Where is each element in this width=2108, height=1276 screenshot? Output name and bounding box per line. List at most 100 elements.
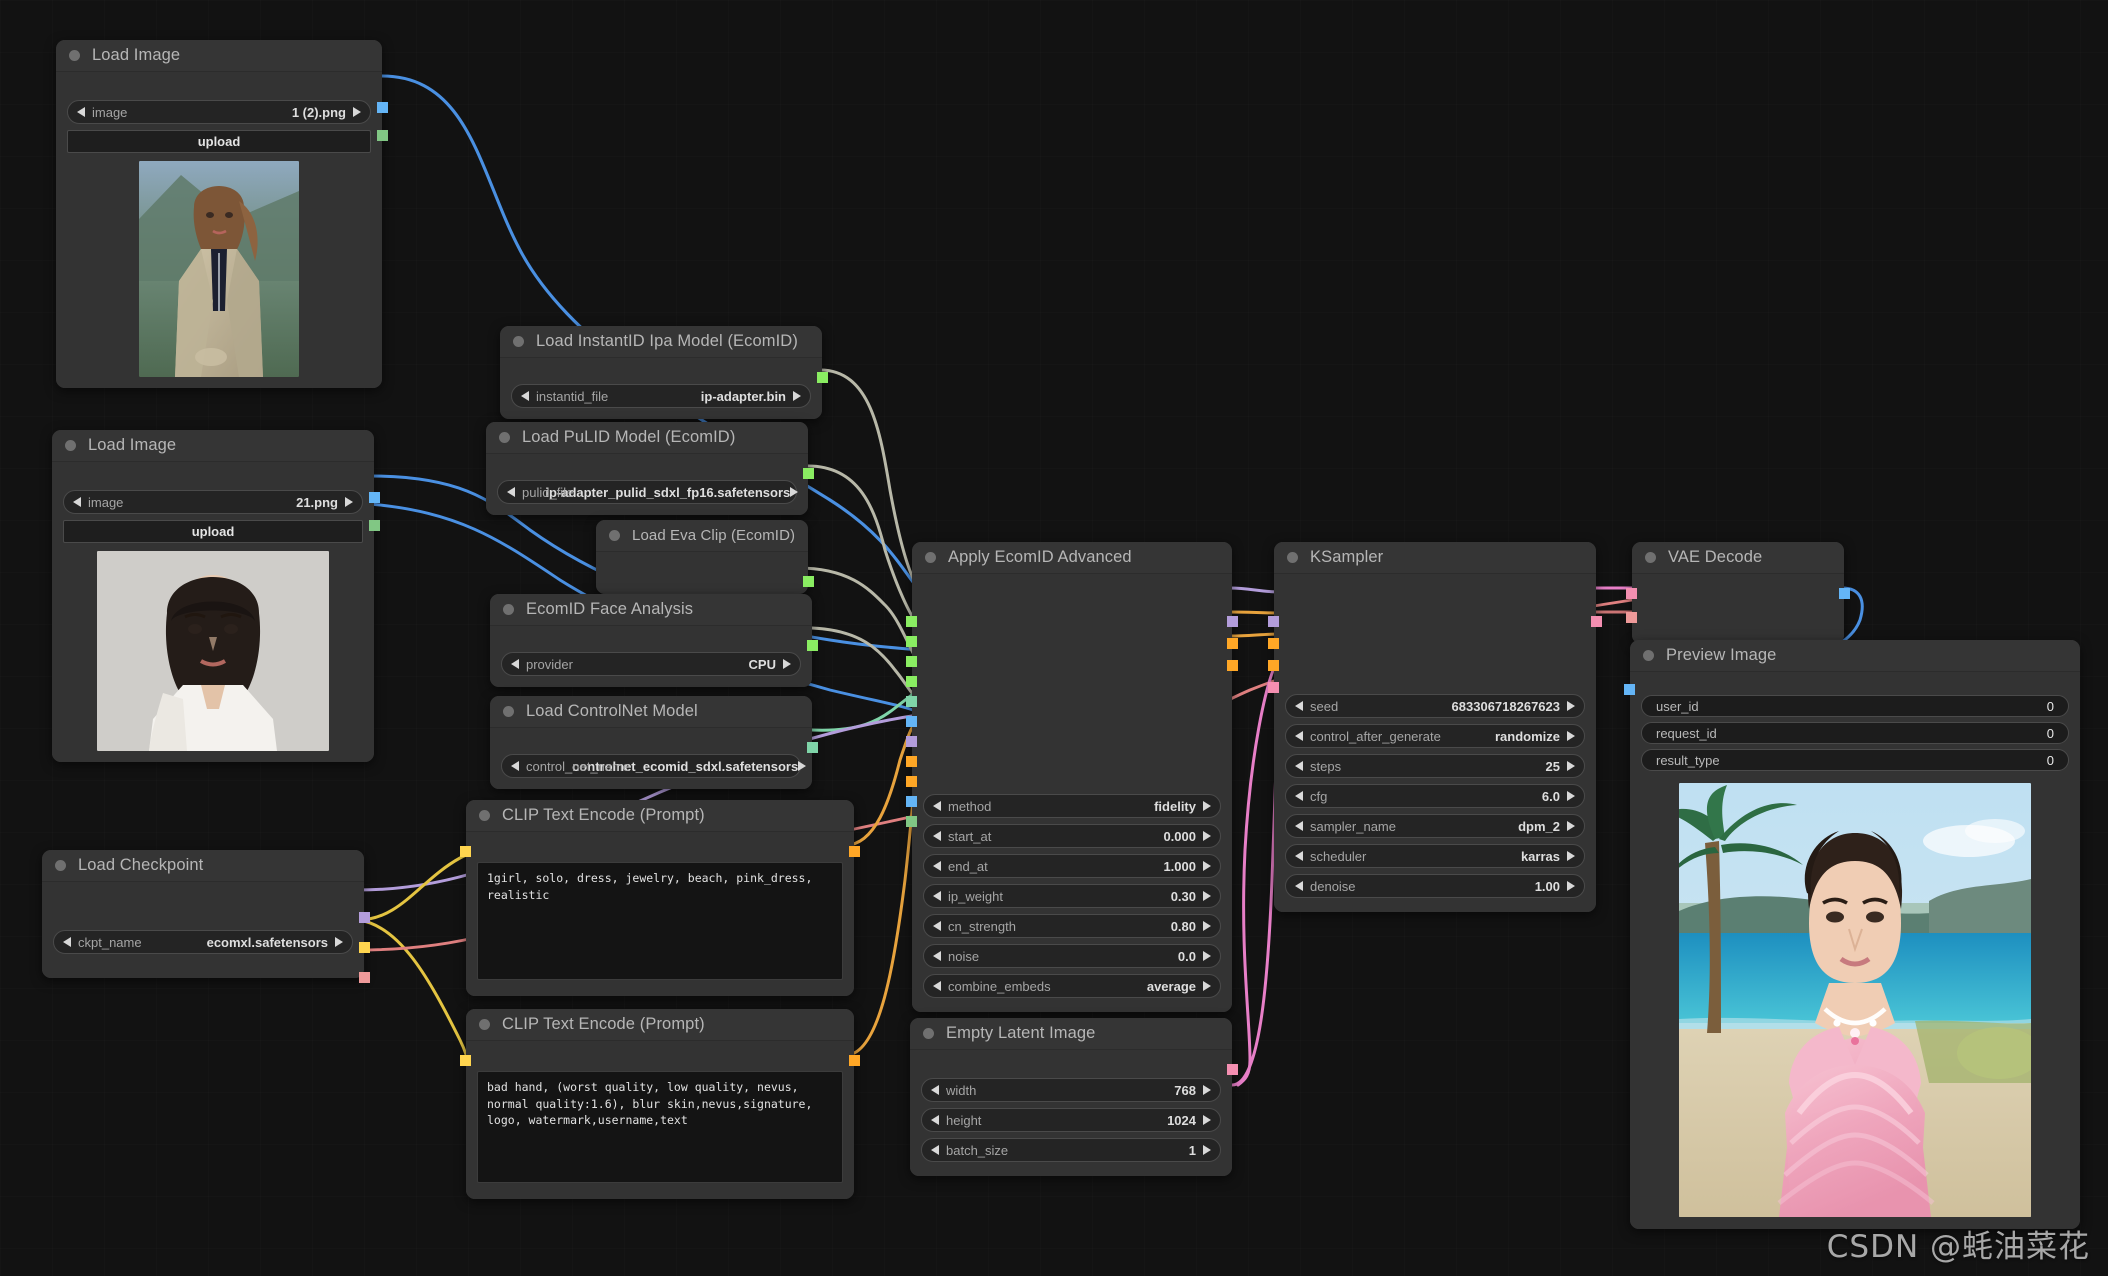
next-arrow-icon[interactable]	[1567, 791, 1575, 801]
socket-output-mask[interactable]	[369, 520, 380, 531]
prev-arrow-icon[interactable]	[931, 1085, 939, 1095]
widget-request-id[interactable]: request_id 0	[1641, 722, 2069, 744]
node-empty-latent-image[interactable]: Empty Latent Image width 768 height 1024…	[910, 1018, 1238, 1176]
prev-arrow-icon[interactable]	[931, 1115, 939, 1125]
next-arrow-icon[interactable]	[345, 497, 353, 507]
widget-method[interactable]: method fidelity	[923, 794, 1221, 818]
prev-arrow-icon[interactable]	[1295, 791, 1303, 801]
node-title-bar[interactable]: CLIP Text Encode (Prompt)	[466, 1009, 854, 1041]
widget-control-net-name[interactable]: control_net_name controlnet_ecomid_sdxl.…	[501, 754, 807, 778]
socket-output-pulid[interactable]	[803, 468, 814, 479]
node-title-bar[interactable]: Empty Latent Image	[910, 1018, 1232, 1050]
socket-output-image[interactable]	[1839, 588, 1850, 599]
node-title-bar[interactable]: EcomID Face Analysis	[490, 594, 812, 626]
prev-arrow-icon[interactable]	[1295, 701, 1303, 711]
next-arrow-icon[interactable]	[1567, 761, 1575, 771]
collapse-dot-icon[interactable]	[609, 530, 620, 541]
collapse-dot-icon[interactable]	[1287, 552, 1298, 563]
prev-arrow-icon[interactable]	[933, 891, 941, 901]
socket-input-pulid[interactable]	[906, 636, 917, 647]
next-arrow-icon[interactable]	[353, 107, 361, 117]
node-load-pulid-model[interactable]: Load PuLID Model (EcomID) pulid_file ip-…	[486, 422, 814, 515]
socket-input-image[interactable]	[906, 716, 917, 727]
next-arrow-icon[interactable]	[1567, 701, 1575, 711]
widget-steps[interactable]: steps 25	[1285, 754, 1585, 778]
next-arrow-icon[interactable]	[1567, 731, 1575, 741]
prev-arrow-icon[interactable]	[507, 487, 515, 497]
next-arrow-icon[interactable]	[790, 487, 799, 497]
widget-control-after-generate[interactable]: control_after_generate randomize	[1285, 724, 1585, 748]
socket-input-latent-image[interactable]	[1268, 682, 1279, 693]
socket-output-positive[interactable]	[1227, 638, 1238, 649]
prev-arrow-icon[interactable]	[933, 831, 941, 841]
widget-denoise[interactable]: denoise 1.00	[1285, 874, 1585, 898]
collapse-dot-icon[interactable]	[513, 336, 524, 347]
next-arrow-icon[interactable]	[1203, 1085, 1211, 1095]
next-arrow-icon[interactable]	[1567, 851, 1575, 861]
socket-output-model[interactable]	[1227, 616, 1238, 627]
socket-input-instantid[interactable]	[906, 616, 917, 627]
widget-scheduler[interactable]: scheduler karras	[1285, 844, 1585, 868]
socket-output-instantid[interactable]	[817, 372, 828, 383]
next-arrow-icon[interactable]	[793, 391, 801, 401]
collapse-dot-icon[interactable]	[503, 604, 514, 615]
node-apply-ecomid-advanced[interactable]: Apply EcomID Advanced method fidelity st…	[906, 542, 1238, 1012]
prompt-textarea[interactable]: bad hand, (worst quality, low quality, n…	[477, 1071, 843, 1183]
next-arrow-icon[interactable]	[1203, 921, 1211, 931]
prev-arrow-icon[interactable]	[63, 937, 71, 947]
prev-arrow-icon[interactable]	[933, 951, 941, 961]
prev-arrow-icon[interactable]	[1295, 851, 1303, 861]
widget-width[interactable]: width 768	[921, 1078, 1221, 1102]
next-arrow-icon[interactable]	[1567, 821, 1575, 831]
socket-input-positive[interactable]	[906, 756, 917, 767]
socket-output-latent[interactable]	[1227, 1064, 1238, 1075]
socket-input-faceanalysis[interactable]	[906, 696, 917, 707]
upload-button[interactable]: upload	[63, 520, 363, 543]
node-title-bar[interactable]: Load ControlNet Model	[490, 696, 812, 728]
socket-input-clip[interactable]	[460, 846, 471, 857]
collapse-dot-icon[interactable]	[503, 706, 514, 717]
socket-input-images[interactable]	[1624, 684, 1635, 695]
socket-output-conditioning[interactable]	[849, 846, 860, 857]
widget-instantid-file[interactable]: instantid_file ip-adapter.bin	[511, 384, 811, 408]
socket-output-conditioning[interactable]	[849, 1055, 860, 1066]
prev-arrow-icon[interactable]	[73, 497, 81, 507]
node-clip-text-encode-positive[interactable]: CLIP Text Encode (Prompt) 1girl, solo, d…	[460, 800, 860, 996]
node-title-bar[interactable]: VAE Decode	[1632, 542, 1844, 574]
next-arrow-icon[interactable]	[1203, 861, 1211, 871]
collapse-dot-icon[interactable]	[923, 1028, 934, 1039]
widget-image[interactable]: image 1 (2).png	[67, 100, 371, 124]
next-arrow-icon[interactable]	[1203, 1145, 1211, 1155]
socket-output-clip[interactable]	[359, 942, 370, 953]
prompt-textarea[interactable]: 1girl, solo, dress, jewelry, beach, pink…	[477, 862, 843, 980]
widget-result-type[interactable]: result_type 0	[1641, 749, 2069, 771]
socket-output-image[interactable]	[377, 102, 388, 113]
node-load-checkpoint[interactable]: Load Checkpoint ckpt_name ecomxl.safeten…	[42, 850, 370, 983]
node-load-eva-clip[interactable]: Load Eva Clip (EcomID)	[596, 520, 814, 594]
socket-output-faceanalysis[interactable]	[807, 640, 818, 651]
collapse-dot-icon[interactable]	[479, 810, 490, 821]
socket-output-negative[interactable]	[1227, 660, 1238, 671]
prev-arrow-icon[interactable]	[77, 107, 85, 117]
collapse-dot-icon[interactable]	[499, 432, 510, 443]
widget-pulid-file[interactable]: pulid_file ip-adapter_pulid_sdxl_fp16.sa…	[497, 480, 799, 504]
widget-height[interactable]: height 1024	[921, 1108, 1221, 1132]
widget-end-at[interactable]: end_at 1.000	[923, 854, 1221, 878]
socket-input-clip[interactable]	[460, 1055, 471, 1066]
socket-input-model[interactable]	[1268, 616, 1279, 627]
widget-noise[interactable]: noise 0.0	[923, 944, 1221, 968]
node-ksampler[interactable]: KSampler seed 683306718267623 control_af…	[1268, 542, 1602, 912]
socket-input-negative[interactable]	[1268, 660, 1279, 671]
prev-arrow-icon[interactable]	[521, 391, 529, 401]
collapse-dot-icon[interactable]	[1643, 650, 1654, 661]
prev-arrow-icon[interactable]	[933, 921, 941, 931]
prev-arrow-icon[interactable]	[933, 981, 941, 991]
node-ecomid-face-analysis[interactable]: EcomID Face Analysis provider CPU	[490, 594, 818, 687]
widget-batch-size[interactable]: batch_size 1	[921, 1138, 1221, 1162]
node-title-bar[interactable]: Load Image	[56, 40, 382, 72]
next-arrow-icon[interactable]	[335, 937, 343, 947]
node-title-bar[interactable]: Load Checkpoint	[42, 850, 364, 882]
next-arrow-icon[interactable]	[1567, 881, 1575, 891]
socket-output-vae[interactable]	[359, 972, 370, 983]
prev-arrow-icon[interactable]	[1295, 761, 1303, 771]
